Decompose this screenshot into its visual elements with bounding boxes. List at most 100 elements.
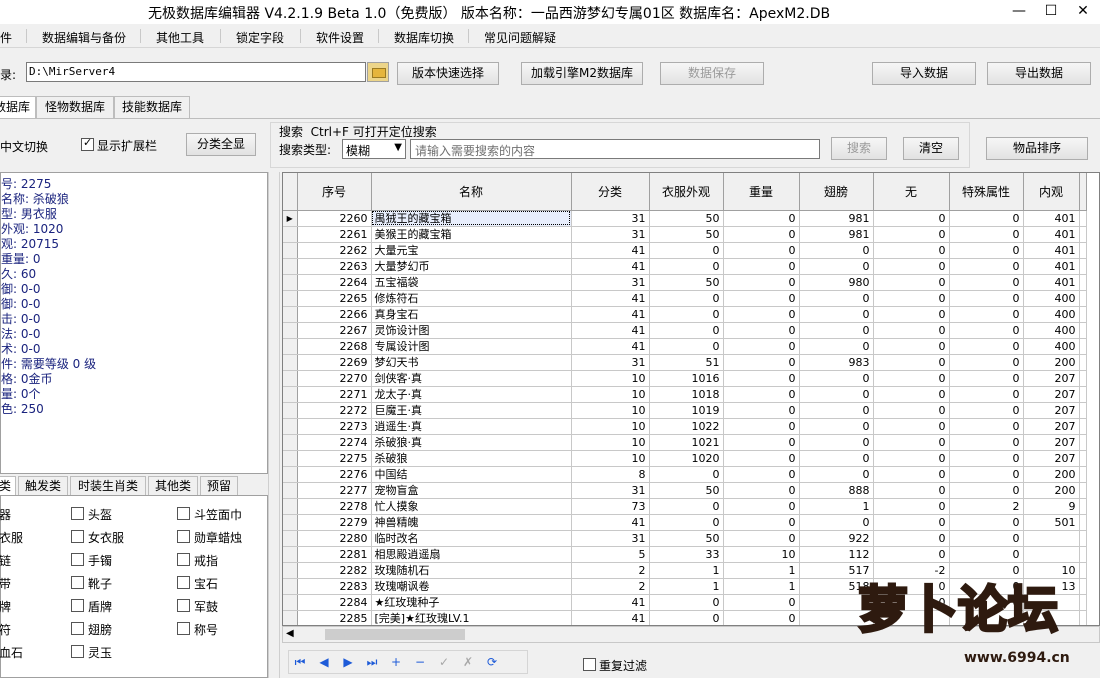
table-cell[interactable]: 0 (873, 386, 950, 403)
row-indicator[interactable] (283, 530, 298, 547)
table-cell[interactable]: 73 (571, 498, 650, 515)
table-cell[interactable]: 临时改名 (371, 530, 572, 547)
splitter[interactable] (268, 172, 280, 678)
table-row[interactable]: 2263 大量梦幻币 41 0 0 0 0 0 401 (283, 258, 1087, 275)
table-cell[interactable]: 10 (571, 386, 650, 403)
table-cell[interactable]: 0 (873, 450, 950, 467)
cat-tab-other[interactable]: 其他类 (148, 476, 198, 496)
table-cell[interactable]: 50 (649, 210, 724, 227)
table-cell[interactable]: [完美]★红玫瑰LV.1 (371, 610, 572, 625)
table-cell[interactable]: 0 (949, 290, 1024, 307)
row-indicator[interactable] (283, 274, 298, 291)
table-cell[interactable]: 0 (873, 242, 950, 259)
table-cell[interactable]: 0 (723, 354, 800, 371)
table-cell[interactable]: 31 (571, 210, 650, 227)
table-cell[interactable]: 2269 (297, 354, 372, 371)
table-cell[interactable]: 真身宝石 (371, 306, 572, 323)
table-cell[interactable]: 1016 (649, 370, 724, 387)
table-cell[interactable]: 逍遥生·真 (371, 418, 572, 435)
table-cell[interactable]: 1 (723, 562, 800, 579)
table-cell[interactable]: 0 (873, 290, 950, 307)
table-cell[interactable]: ★红玫瑰种子 (371, 594, 572, 611)
table-cell[interactable]: 0 (649, 498, 724, 515)
table-cell[interactable]: 200 (1023, 482, 1080, 499)
table-cell[interactable]: 50 (649, 530, 724, 547)
table-cell[interactable]: 41 (571, 610, 650, 625)
column-header[interactable]: 翅膀 (799, 173, 874, 211)
table-cell[interactable]: 207 (1023, 418, 1080, 435)
table-cell[interactable]: 50 (649, 274, 724, 291)
table-cell[interactable]: 207 (1023, 402, 1080, 419)
table-cell[interactable]: 5 (571, 546, 650, 563)
table-cell[interactable]: 2281 (297, 546, 372, 563)
table-cell[interactable]: 10 (571, 370, 650, 387)
table-cell[interactable]: 忙人摸象 (371, 498, 572, 515)
table-cell[interactable]: 0 (873, 482, 950, 499)
table-cell[interactable]: 0 (949, 530, 1024, 547)
menu-file[interactable]: 件 (0, 29, 12, 46)
table-cell[interactable]: 0 (799, 370, 874, 387)
table-cell[interactable]: 0 (799, 402, 874, 419)
table-cell[interactable]: 0 (873, 322, 950, 339)
table-cell[interactable]: 888 (799, 482, 874, 499)
table-cell[interactable]: 0 (723, 434, 800, 451)
table-row[interactable]: 2280 临时改名 31 50 0 922 0 0 (283, 530, 1087, 547)
row-indicator[interactable] (283, 562, 298, 579)
table-cell[interactable]: 0 (649, 466, 724, 483)
table-cell[interactable]: 1 (649, 562, 724, 579)
row-indicator[interactable] (283, 386, 298, 403)
scroll-thumb[interactable] (325, 629, 465, 640)
table-cell[interactable]: 0 (649, 610, 724, 625)
tab-item-db[interactable]: 数据库 (0, 96, 36, 119)
column-header[interactable]: 衣服外观 (649, 173, 724, 211)
table-cell[interactable]: 0 (949, 306, 1024, 323)
table-cell[interactable]: 0 (723, 226, 800, 243)
table-row[interactable]: 2279 神兽精魄 41 0 0 0 0 0 501 (283, 514, 1087, 531)
table-cell[interactable]: 9 (1023, 498, 1080, 515)
table-cell[interactable]: 0 (649, 338, 724, 355)
table-cell[interactable]: 0 (723, 418, 800, 435)
table-row[interactable]: 2271 龙太子·真 10 1018 0 0 0 0 207 (283, 386, 1087, 403)
table-cell[interactable] (1023, 546, 1080, 563)
table-cell[interactable]: 2268 (297, 338, 372, 355)
category-checkbox[interactable] (177, 622, 190, 635)
table-cell[interactable]: 981 (799, 226, 874, 243)
table-cell[interactable]: 0 (723, 386, 800, 403)
table-cell[interactable]: 207 (1023, 386, 1080, 403)
table-cell[interactable]: 50 (649, 226, 724, 243)
table-cell[interactable]: 神兽精魄 (371, 514, 572, 531)
table-cell[interactable]: 200 (1023, 466, 1080, 483)
table-cell[interactable]: 美猴王的藏宝箱 (371, 226, 572, 243)
table-cell[interactable]: 相思殿逍遥扇 (371, 546, 572, 563)
table-cell[interactable]: 41 (571, 594, 650, 611)
table-cell[interactable]: 501 (1023, 514, 1080, 531)
row-indicator[interactable] (283, 434, 298, 451)
row-indicator[interactable] (283, 402, 298, 419)
table-cell[interactable]: 0 (949, 514, 1024, 531)
table-cell[interactable]: 2271 (297, 386, 372, 403)
table-cell[interactable]: 0 (723, 258, 800, 275)
table-cell[interactable]: 2260 (297, 210, 372, 227)
table-cell[interactable]: 2272 (297, 402, 372, 419)
table-row[interactable]: 2273 逍遥生·真 10 1022 0 0 0 0 207 (283, 418, 1087, 435)
table-cell[interactable]: 0 (799, 242, 874, 259)
table-cell[interactable]: 0 (873, 514, 950, 531)
table-cell[interactable]: 983 (799, 354, 874, 371)
table-cell[interactable]: 2266 (297, 306, 372, 323)
refresh-icon[interactable]: ⟳ (483, 654, 501, 670)
table-cell[interactable]: 8 (571, 466, 650, 483)
table-cell[interactable]: 2285 (297, 610, 372, 625)
table-cell[interactable]: 0 (799, 450, 874, 467)
table-cell[interactable]: 2275 (297, 450, 372, 467)
row-indicator[interactable] (283, 594, 298, 611)
last-record-icon[interactable]: ⏭ (363, 654, 381, 670)
row-indicator[interactable] (283, 290, 298, 307)
table-row[interactable]: 2264 五宝福袋 31 50 0 980 0 0 401 (283, 274, 1087, 291)
table-cell[interactable]: 0 (723, 594, 800, 611)
table-cell[interactable]: 0 (723, 242, 800, 259)
table-cell[interactable]: 0 (949, 434, 1024, 451)
table-cell[interactable]: 0 (949, 466, 1024, 483)
table-row[interactable]: 2262 大量元宝 41 0 0 0 0 0 401 (283, 242, 1087, 259)
table-cell[interactable]: 0 (723, 514, 800, 531)
column-header[interactable]: 特殊属性 (949, 173, 1024, 211)
